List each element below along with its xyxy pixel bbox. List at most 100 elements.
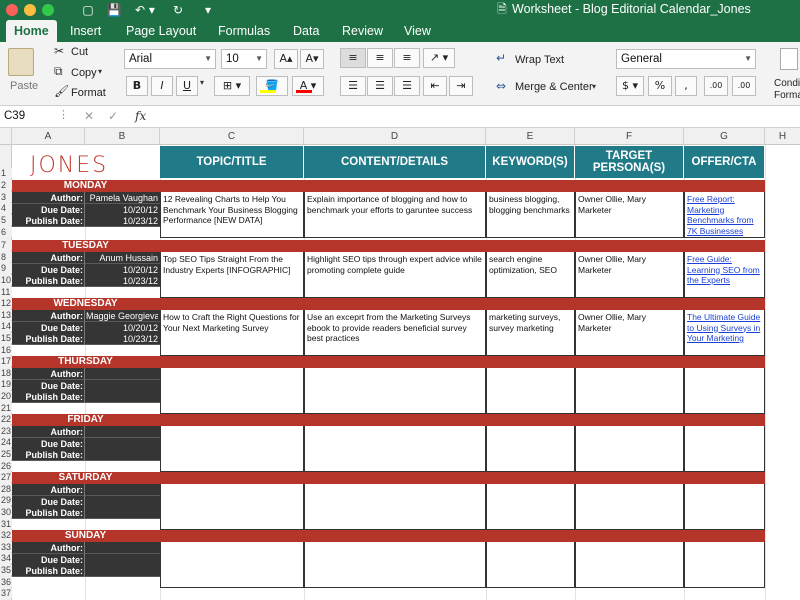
row-header[interactable]: 15 — [0, 333, 12, 343]
due-row-saturday[interactable]: Due Date: — [12, 495, 160, 508]
copy-icon[interactable]: ⧉ — [54, 64, 63, 79]
column-header-d[interactable]: D — [304, 128, 486, 145]
column-header-b[interactable]: B — [85, 128, 160, 145]
topic-cell-saturday[interactable] — [160, 484, 304, 530]
copy-button[interactable]: Copy — [71, 67, 97, 79]
header-offer[interactable]: OFFER/CTA — [684, 146, 765, 178]
increase-indent-button[interactable]: ⇥ — [449, 76, 473, 96]
row-header[interactable]: 13 — [0, 310, 12, 320]
persona-cell-monday[interactable]: Owner Ollie, Mary Marketer — [575, 192, 684, 238]
row-header[interactable]: 31 — [0, 519, 12, 529]
publish-row-saturday[interactable]: Publish Date: — [12, 507, 160, 520]
header-keywords[interactable]: KEYWORD(S) — [486, 146, 575, 178]
tab-formulas[interactable]: Formulas — [218, 20, 270, 42]
tab-home[interactable]: Home — [6, 20, 57, 42]
undo-icon[interactable]: ↶ ▾ — [132, 2, 158, 18]
keywords-cell-saturday[interactable] — [486, 484, 575, 530]
wrap-text-button[interactable]: Wrap Text — [515, 54, 564, 66]
author-row-thursday[interactable]: Author: — [12, 368, 160, 380]
content-cell-saturday[interactable] — [304, 484, 486, 530]
column-header-h[interactable]: H — [765, 128, 800, 145]
keywords-cell-thursday[interactable] — [486, 368, 575, 414]
publish-row-sunday[interactable]: Publish Date: — [12, 565, 160, 578]
row-header[interactable]: 30 — [0, 507, 12, 517]
font-size-select[interactable]: 10 ▼ — [221, 49, 267, 69]
font-color-button[interactable]: A ▾ — [292, 76, 324, 96]
row-header[interactable]: 21 — [0, 403, 12, 413]
row-header[interactable]: 2 — [0, 180, 12, 190]
publish-row-thursday[interactable]: Publish Date: — [12, 391, 160, 404]
row-header[interactable]: 9 — [0, 263, 12, 273]
header-content[interactable]: CONTENT/DETAILS — [304, 146, 486, 178]
confirm-formula-icon[interactable]: ✓ — [108, 109, 118, 123]
align-middle-button[interactable]: ≡ — [367, 48, 393, 68]
align-left-button[interactable]: ☰ — [340, 76, 366, 96]
fill-color-button[interactable]: 🪣 — [256, 76, 288, 96]
tab-insert[interactable]: Insert — [70, 20, 101, 42]
align-center-button[interactable]: ☰ — [367, 76, 393, 96]
due-row-wednesday[interactable]: Due Date: 10/20/12 — [12, 321, 160, 334]
conditional-formatting-icon[interactable] — [780, 48, 798, 70]
wrap-text-icon[interactable]: ↵ — [496, 51, 506, 65]
due-row-tuesday[interactable]: Due Date: 10/20/12 — [12, 263, 160, 276]
keywords-cell-monday[interactable]: business blogging, blogging benchmarks — [486, 192, 575, 238]
save-icon[interactable]: 💾 — [106, 2, 122, 18]
decrease-font-size-button[interactable]: A▾ — [300, 49, 324, 69]
row-header[interactable]: 11 — [0, 287, 12, 297]
row-header[interactable]: 10 — [0, 275, 12, 285]
row-header[interactable]: 17 — [0, 356, 12, 366]
offer-cell-tuesday[interactable]: Free Guide: Learning SEO from the Expert… — [684, 252, 765, 298]
increase-font-size-button[interactable]: A▴ — [274, 49, 298, 69]
sidebar-toggle-icon[interactable]: ▢ — [80, 2, 96, 18]
percent-button[interactable]: % — [648, 76, 672, 96]
row-header[interactable]: 4 — [0, 203, 12, 213]
topic-cell-monday[interactable]: 12 Revealing Charts to Help You Benchmar… — [160, 192, 304, 238]
underline-dropdown-icon[interactable]: ▾ — [200, 78, 204, 87]
persona-cell-sunday[interactable] — [575, 542, 684, 588]
offer-cell-wednesday[interactable]: The Ultimate Guide to Using Surveys in Y… — [684, 310, 765, 356]
persona-cell-tuesday[interactable]: Owner Ollie, Mary Marketer — [575, 252, 684, 298]
row-header[interactable]: 36 — [0, 577, 12, 587]
header-topic[interactable]: TOPIC/TITLE — [160, 146, 304, 178]
merge-center-icon[interactable]: ⇔ — [496, 79, 506, 93]
publish-row-monday[interactable]: Publish Date: 10/23/12 — [12, 215, 160, 228]
paste-icon[interactable] — [8, 48, 34, 76]
persona-cell-wednesday[interactable]: Owner Ollie, Mary Marketer — [575, 310, 684, 356]
column-header-c[interactable]: C — [160, 128, 304, 145]
offer-cell-thursday[interactable] — [684, 368, 765, 414]
increase-decimal-button[interactable]: .00 — [704, 76, 728, 96]
publish-row-tuesday[interactable]: Publish Date: 10/23/12 — [12, 275, 160, 288]
row-header[interactable]: 8 — [0, 252, 12, 262]
row-header[interactable]: 26 — [0, 461, 12, 471]
name-box-dropdown-icon[interactable]: ⋮ — [58, 108, 69, 121]
row-header[interactable]: 1 — [0, 168, 12, 178]
orientation-button[interactable]: ↗ ▾ — [423, 48, 455, 68]
row-header[interactable]: 18 — [0, 368, 12, 378]
row-header[interactable]: 35 — [0, 565, 12, 575]
merge-center-button[interactable]: Merge & Center — [515, 81, 593, 93]
keywords-cell-friday[interactable] — [486, 426, 575, 472]
keywords-cell-wednesday[interactable]: marketing surveys, survey marketing — [486, 310, 575, 356]
row-header[interactable]: 5 — [0, 215, 12, 225]
content-cell-friday[interactable] — [304, 426, 486, 472]
currency-button[interactable]: $ ▾ — [616, 76, 644, 96]
close-window-button[interactable] — [6, 4, 18, 16]
tab-page-layout[interactable]: Page Layout — [126, 20, 196, 42]
bold-button[interactable]: B — [126, 76, 148, 96]
row-header[interactable]: 23 — [0, 426, 12, 436]
content-cell-monday[interactable]: Explain importance of blogging and how t… — [304, 192, 486, 238]
content-cell-thursday[interactable] — [304, 368, 486, 414]
author-row-saturday[interactable]: Author: — [12, 484, 160, 496]
row-header[interactable]: 33 — [0, 542, 12, 552]
merge-dropdown-icon[interactable]: ▾ — [592, 82, 596, 91]
column-header-e[interactable]: E — [486, 128, 575, 145]
offer-cell-monday[interactable]: Free Report: Marketing Benchmarks from 7… — [684, 192, 765, 238]
tab-data[interactable]: Data — [293, 20, 319, 42]
content-cell-wednesday[interactable]: Use an exceprt from the Marketing Survey… — [304, 310, 486, 356]
persona-cell-friday[interactable] — [575, 426, 684, 472]
customize-toolbar-icon[interactable]: ▾ — [200, 2, 216, 18]
publish-row-wednesday[interactable]: Publish Date: 10/23/12 — [12, 333, 160, 346]
persona-cell-thursday[interactable] — [575, 368, 684, 414]
tab-view[interactable]: View — [404, 20, 431, 42]
row-header[interactable]: 7 — [0, 240, 12, 250]
